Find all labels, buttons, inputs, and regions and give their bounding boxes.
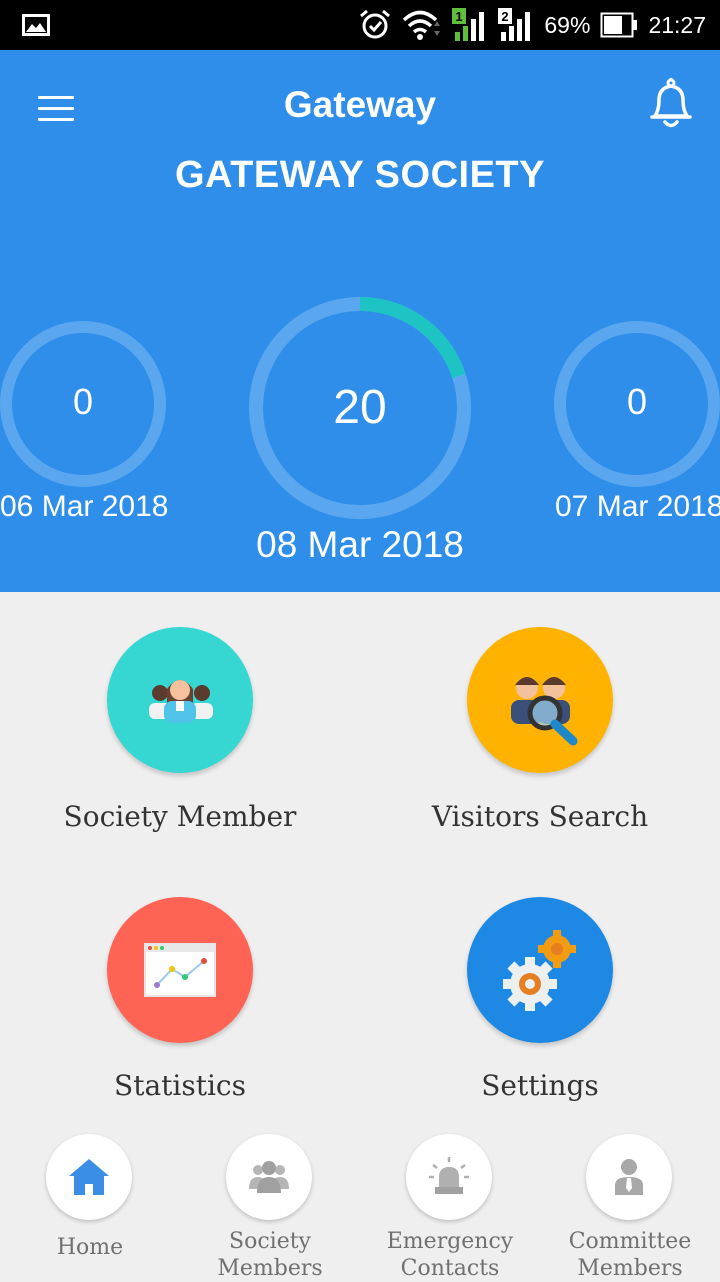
- app-title: Gateway: [283, 84, 437, 125]
- person-tie-icon: [615, 1159, 643, 1195]
- nav-emergency-contacts-label: Emergency Contacts: [386, 1229, 514, 1281]
- nav-society-members-label: Society Members: [217, 1229, 323, 1281]
- siren-icon: [429, 1157, 469, 1194]
- header: Gateway GATEWAY SOCIETY 0 06 Mar 2018 20…: [0, 50, 720, 592]
- chart-icon: [144, 943, 216, 997]
- nav-home-button[interactable]: [46, 1134, 132, 1220]
- people-search-icon: [511, 677, 578, 746]
- visitor-gauge-previous[interactable]: 0: [0, 319, 168, 489]
- svg-text:1: 1: [456, 9, 463, 24]
- svg-text:2: 2: [502, 9, 509, 24]
- nav-society-members-button[interactable]: [226, 1134, 312, 1220]
- alarm-icon: [360, 9, 391, 39]
- settings-label: Settings: [481, 1069, 599, 1102]
- settings-tile[interactable]: [467, 897, 613, 1043]
- statistics-tile[interactable]: [107, 897, 253, 1043]
- visitor-gauge-current[interactable]: 20: [248, 296, 472, 520]
- gauge-value: 20: [333, 381, 387, 434]
- society-name: GATEWAY SOCIETY: [175, 154, 545, 196]
- nav-society-members[interactable]: Society Members: [190, 1134, 350, 1281]
- nav-emergency-contacts[interactable]: Emergency Contacts: [370, 1134, 530, 1281]
- sim1-signal-icon: 1: [452, 8, 485, 41]
- statistics-label: Statistics: [114, 1069, 246, 1102]
- nav-home-label: Home: [56, 1235, 124, 1260]
- home-icon: [69, 1159, 109, 1195]
- society-member-label: Society Member: [63, 800, 297, 833]
- gallery-notification-icon: [22, 14, 50, 36]
- clock: 21:27: [648, 11, 706, 38]
- battery-icon: [600, 12, 638, 38]
- society-member-tile[interactable]: [107, 627, 253, 773]
- nav-committee-members-label: Committee Members: [568, 1229, 692, 1281]
- gauge-value: 0: [626, 381, 648, 422]
- wifi-icon: [403, 10, 441, 40]
- group-icon: [149, 680, 213, 723]
- notification-bell-icon[interactable]: [645, 76, 697, 132]
- sim2-signal-icon: 2: [498, 8, 531, 41]
- nav-emergency-contacts-button[interactable]: [406, 1134, 492, 1220]
- gauge-date: 06 Mar 2018: [0, 490, 169, 523]
- nav-committee-members-button[interactable]: [586, 1134, 672, 1220]
- gauge-date: 07 Mar 2018: [555, 490, 720, 523]
- gauge-date: 08 Mar 2018: [256, 524, 464, 565]
- nav-committee-members[interactable]: Committee Members: [550, 1134, 710, 1281]
- people-icon: [249, 1161, 289, 1193]
- visitors-search-tile[interactable]: [467, 627, 613, 773]
- nav-home[interactable]: Home: [10, 1134, 170, 1280]
- status-bar: 1 2 69% 21:27: [0, 0, 720, 50]
- visitors-search-label: Visitors Search: [431, 800, 649, 833]
- gauge-value: 0: [72, 381, 94, 422]
- battery-percent: 69%: [544, 11, 591, 38]
- gears-icon: [503, 930, 576, 1011]
- visitor-gauge-next[interactable]: 0: [552, 319, 720, 489]
